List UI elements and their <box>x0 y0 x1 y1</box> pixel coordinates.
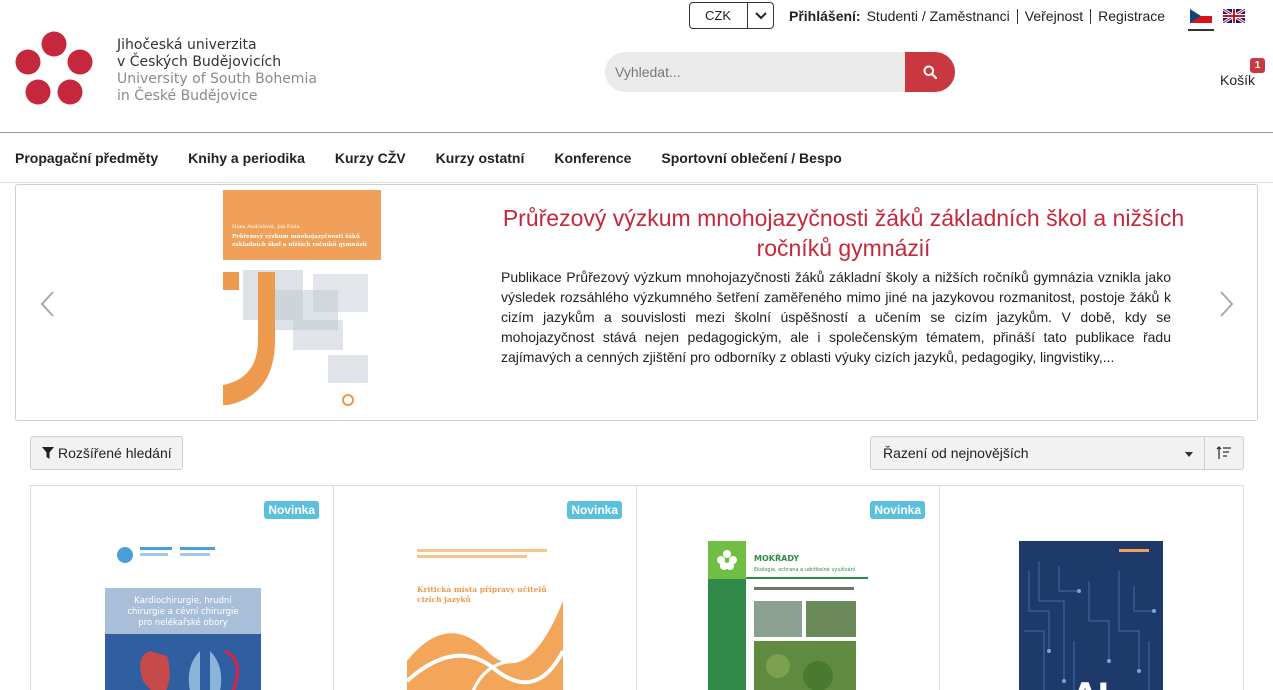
product-grid: Novinka Kardiochirurgie, hrudní chirurgi… <box>30 485 1244 690</box>
search-bar <box>605 52 955 92</box>
featured-description: Publikace Průřezový výzkum mnohojazyčnos… <box>501 269 1171 365</box>
login-label: Přihlášení: <box>789 8 861 24</box>
svg-text:MOKŘADY: MOKŘADY <box>754 552 799 563</box>
nav-item-books[interactable]: Knihy a periodika <box>188 150 305 166</box>
book-cover-art: Hana Andrášová, Jan Fiala Průřezový výzk… <box>223 190 381 406</box>
site-header: Jihočeská univerzita v Českých Budějovic… <box>0 0 1273 133</box>
login-public-link[interactable]: Veřejnost <box>1025 8 1083 24</box>
active-language-indicator <box>1188 29 1214 31</box>
sort-direction-button[interactable] <box>1204 436 1244 470</box>
svg-text:Průřezový výzkum mnohojazyčnos: Průřezový výzkum mnohojazyčnosti žáků <box>232 233 360 240</box>
login-staff-link[interactable]: Studenti / Zaměstnanci <box>867 8 1010 24</box>
advanced-search-label: Rozšířené hledání <box>58 445 172 461</box>
featured-book-cover[interactable]: Hana Andrášová, Jan Fiala Průřezový výzk… <box>223 190 381 408</box>
chevron-left-icon[interactable] <box>38 289 58 319</box>
sort-select[interactable]: Řazení od nejnovějších <box>870 436 1205 470</box>
svg-text:Ekologie, ochrana a udržitelné: Ekologie, ochrana a udržitelné využívání <box>754 566 856 573</box>
sort-direction-icon <box>1216 446 1231 459</box>
nav-item-sportswear[interactable]: Sportovní oblečení / Bespo <box>661 150 841 166</box>
nav-item-conferences[interactable]: Konference <box>554 150 631 166</box>
search-button[interactable] <box>905 52 955 92</box>
advanced-search-button[interactable]: Rozšířené hledání <box>30 436 183 470</box>
nav-item-courses-czv[interactable]: Kurzy CŽV <box>335 150 406 166</box>
chevron-right-icon[interactable] <box>1216 289 1236 319</box>
product-cover-4[interactable]: AI <box>1019 541 1163 690</box>
featured-carousel: Hana Andrášová, Jan Fiala Průřezový výzk… <box>15 184 1258 421</box>
cover-authors: Hana Andrášová, Jan Fiala <box>232 223 300 230</box>
logo-line-3: University of South Bohemia <box>117 71 317 87</box>
divider <box>1090 8 1092 24</box>
product-4-title: AI <box>1073 676 1110 690</box>
product-cover-3[interactable]: MOKŘADY Ekologie, ochrana a udržitelné v… <box>708 541 868 690</box>
sort-selected-value: Řazení od nejnovějších <box>883 445 1029 461</box>
cz-flag-icon[interactable] <box>1190 9 1212 23</box>
language-switcher <box>1190 9 1245 23</box>
svg-text:cizích jazyků: cizích jazyků <box>417 595 472 604</box>
new-badge: Novinka <box>870 501 925 519</box>
search-input[interactable] <box>605 52 915 92</box>
login-links: Přihlášení: Studenti / Zaměstnanci Veřej… <box>789 8 1165 24</box>
logo-line-1: Jihočeská univerzita <box>117 37 257 53</box>
main-navigation: Propagační předměty Knihy a periodika Ku… <box>0 134 1273 183</box>
new-badge: Novinka <box>264 501 319 519</box>
svg-text:základních škol a nižších ročn: základních škol a nižších ročníků gymnáz… <box>232 241 368 248</box>
divider <box>1016 8 1018 24</box>
new-badge: Novinka <box>567 501 622 519</box>
product-cover-2[interactable]: Kritická místa přípravy učitelů cizích j… <box>407 541 563 690</box>
cart-label: Košík <box>1220 72 1256 88</box>
filter-icon <box>42 447 54 459</box>
product-card[interactable]: AI <box>940 486 1243 690</box>
cart-count-badge: 1 <box>1250 58 1265 73</box>
product-card[interactable]: Novinka Kritická místa přípravy učitelů … <box>334 486 637 690</box>
svg-text:Kardiochirurgie, hrudní: Kardiochirurgie, hrudní <box>134 596 232 606</box>
svg-text:pro nelékařské obory: pro nelékařské obory <box>138 617 228 628</box>
university-name: Jihočeská univerzita v Českých Budějovic… <box>117 37 317 105</box>
register-link[interactable]: Registrace <box>1098 8 1165 24</box>
chevron-down-icon <box>747 3 773 28</box>
svg-text:Kritická místa přípravy učitel: Kritická místa přípravy učitelů <box>417 585 547 594</box>
product-card[interactable]: Novinka Kardiochirurgie, hrudní chirurgi… <box>31 486 334 690</box>
product-card[interactable]: Novinka MOKŘADY Ekologie, ochrana a udrž… <box>637 486 940 690</box>
uk-flag-icon[interactable] <box>1223 9 1245 23</box>
cart-button[interactable]: Košík 1 <box>1219 58 1269 92</box>
svg-text:chirurgie a cévní chirurgie: chirurgie a cévní chirurgie <box>127 606 238 617</box>
logo-line-4: in České Budějovice <box>117 88 258 104</box>
university-logo[interactable] <box>14 31 94 107</box>
currency-value: CZK <box>705 8 731 23</box>
logo-line-2: v Českých Budějovicích <box>117 54 282 70</box>
featured-title[interactable]: Průřezový výzkum mnohojazyčnosti žáků zá… <box>501 203 1186 263</box>
nav-item-promo[interactable]: Propagační předměty <box>15 150 158 166</box>
caret-down-icon <box>1185 452 1193 457</box>
search-icon <box>923 65 937 79</box>
nav-item-courses-other[interactable]: Kurzy ostatní <box>436 150 525 166</box>
product-cover-1[interactable]: Kardiochirurgie, hrudní chirurgie a cévn… <box>105 541 261 690</box>
currency-select[interactable]: CZK <box>689 2 774 29</box>
